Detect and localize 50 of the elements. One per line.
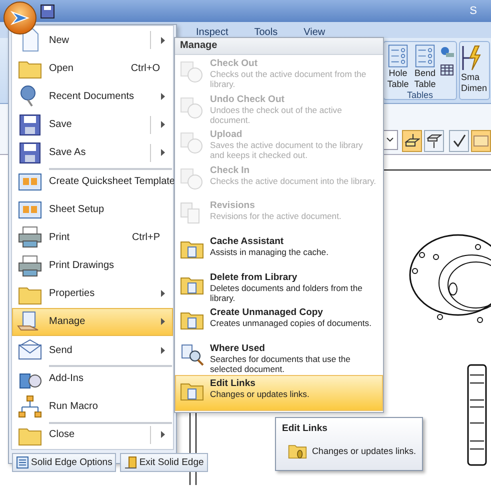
item-description: Deletes documents and folders from the library. <box>210 282 364 303</box>
menu-item[interactable]: Manage <box>12 308 173 336</box>
menu-item[interactable]: Print Ctrl+P <box>12 223 173 252</box>
tooltip-text: Changes or updates links. <box>312 446 416 456</box>
ribbon-button[interactable]: Hole Table <box>386 44 410 90</box>
tooltip-title: Edit Links <box>282 423 328 434</box>
menu-item[interactable]: Properties <box>12 280 173 308</box>
item-title: Delete from Library <box>210 272 298 283</box>
submenu-title: Manage <box>175 38 383 55</box>
ribbon-button[interactable]: Bend Table <box>413 44 437 90</box>
item-description: Creates unmanaged copies of documents. <box>210 318 372 328</box>
item-description: Changes or updates links. <box>210 389 310 400</box>
ribbon-tab[interactable]: Tools <box>254 27 278 38</box>
item-description: Saves the active document to the library and keeps it checked out. <box>210 140 364 160</box>
menu-item[interactable]: Open Ctrl+O <box>12 54 173 82</box>
menu-item[interactable]: Delete from Library Deletes documents and folders from the library. <box>175 268 383 304</box>
menu-item[interactable]: Save <box>12 110 173 139</box>
window-title: S <box>470 5 478 17</box>
item-description: Checks out the active document from the library. <box>210 69 368 89</box>
menu-item[interactable]: Save As <box>12 138 173 167</box>
item-title: Check Out <box>210 58 259 69</box>
menu-item[interactable]: Where Used Searches for documents that use the selected document. <box>175 340 383 376</box>
menu-item[interactable]: Edit Links Changes or updates links. <box>175 375 383 411</box>
ribbon-button[interactable]: Sma Dimen <box>459 41 490 100</box>
menu-item[interactable]: New <box>12 26 173 54</box>
item-title: Undo Check Out <box>210 94 286 105</box>
ribbon-tab[interactable]: View <box>304 27 326 38</box>
item-description: Assists in managing the cache. <box>210 246 328 257</box>
group-label: Tables <box>406 90 433 100</box>
menu-item[interactable]: Create Unmanaged Copy Creates unmanaged copies of documents. <box>175 304 383 340</box>
menu-item[interactable]: Print Drawings <box>12 252 173 280</box>
item-description: Searches for documents that use the selected document. <box>210 354 352 374</box>
ribbon-tab[interactable]: Inspect <box>196 27 228 38</box>
item-description: Checks the active document into the library. <box>210 176 376 186</box>
menu-item[interactable]: Recent Documents <box>12 82 173 111</box>
item-description: Revisions for the active document. <box>210 211 342 222</box>
menu-item[interactable]: Run Macro <box>12 392 173 421</box>
item-description: Undoes the check out of the active document. <box>210 104 343 125</box>
item-title: Check In <box>210 164 251 176</box>
item-title: Revisions <box>210 200 256 212</box>
item-title: Upload <box>210 129 244 140</box>
item-title: Edit Links <box>210 378 256 390</box>
item-title: Cache Assistant <box>210 236 285 247</box>
menu-item[interactable]: Sheet Setup <box>12 195 173 224</box>
item-title: Create Unmanaged Copy <box>210 307 324 318</box>
footer-button[interactable]: Solid Edge Options <box>12 453 116 472</box>
menu-item[interactable]: Send <box>12 336 173 364</box>
item-title: Where Used <box>210 342 266 354</box>
footer-button[interactable]: Exit Solid Edge <box>120 453 208 472</box>
menu-item[interactable]: Cache Assistant Assists in managing the cache. <box>175 232 383 269</box>
